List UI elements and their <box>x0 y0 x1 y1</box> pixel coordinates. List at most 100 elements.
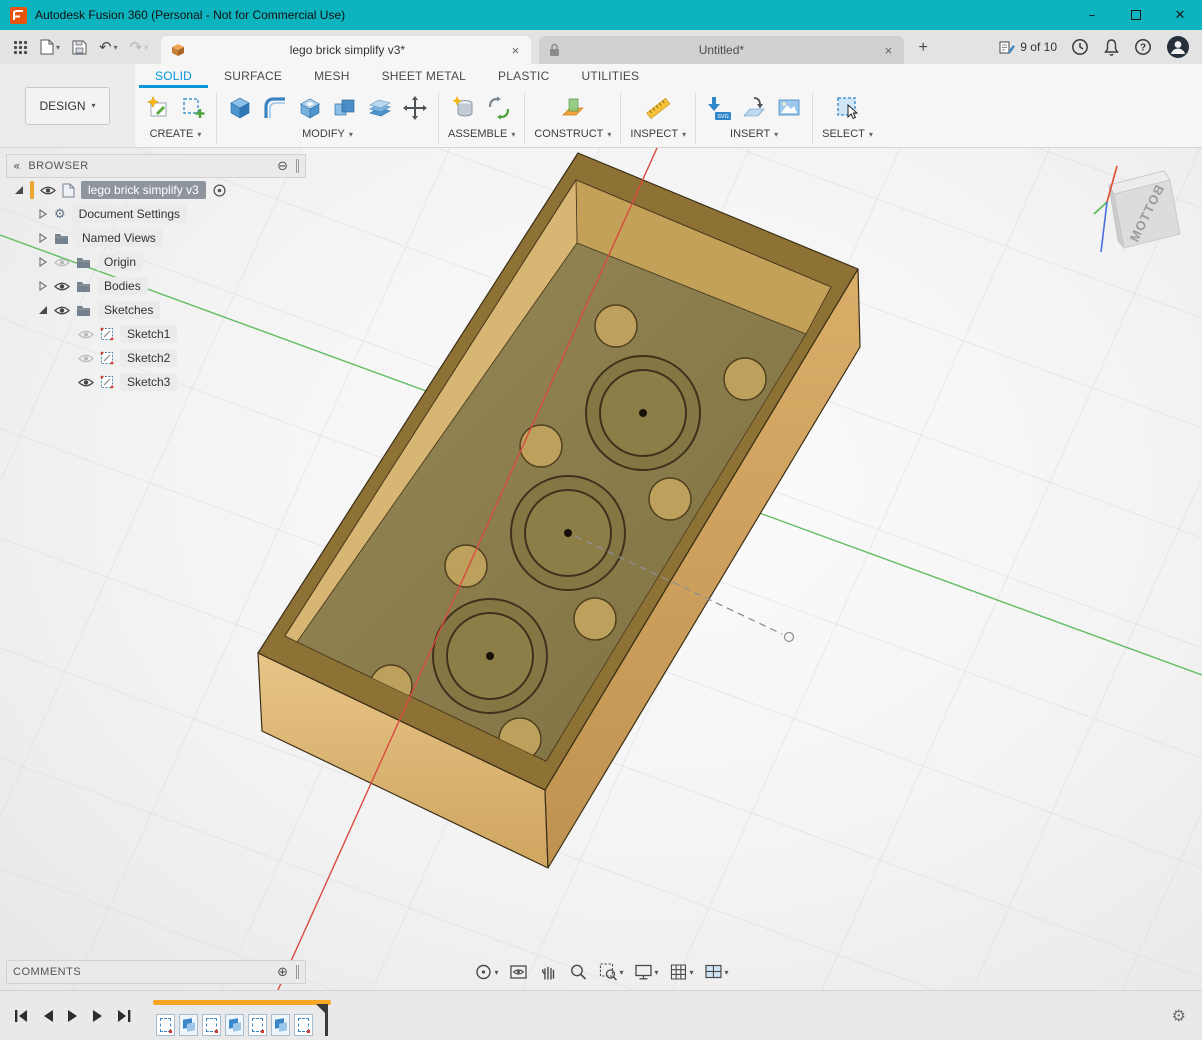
add-comment-icon[interactable]: ⊕ <box>277 965 288 980</box>
inspect-menu-button[interactable]: INSPECT▾ <box>630 128 686 140</box>
tab-sheet-metal[interactable]: SHEET METAL <box>366 64 482 88</box>
visibility-eye-icon[interactable] <box>54 281 70 292</box>
step-back-icon[interactable] <box>42 1009 54 1023</box>
notifications-bell-icon[interactable] <box>1103 38 1120 56</box>
zoom-icon[interactable] <box>566 962 590 982</box>
browser-item-label[interactable]: Named Views <box>75 229 163 247</box>
select-icon[interactable] <box>834 94 862 122</box>
panel-grip[interactable] <box>296 159 299 173</box>
job-status-clock-icon[interactable] <box>1071 38 1089 56</box>
browser-row-sketch2[interactable]: Sketch2 <box>6 346 306 370</box>
browser-row-sketch1[interactable]: Sketch1 <box>6 322 306 346</box>
display-settings-icon[interactable]: ▾ <box>631 962 660 982</box>
press-pull-icon[interactable] <box>226 94 254 122</box>
timeline-feature-extrude-icon[interactable] <box>271 1014 290 1036</box>
construct-menu-button[interactable]: CONSTRUCT▾ <box>534 128 611 140</box>
tab-solid[interactable]: SOLID <box>139 64 208 88</box>
offset-faces-icon[interactable] <box>366 94 394 122</box>
shell-icon[interactable] <box>296 94 324 122</box>
create-sketch-icon[interactable] <box>144 94 172 122</box>
help-icon[interactable]: ? <box>1134 38 1152 56</box>
timeline-feature-sketch-icon[interactable] <box>294 1014 313 1036</box>
user-avatar[interactable] <box>1166 35 1190 59</box>
display-bar-toggle-icon[interactable]: ⊖ <box>277 159 288 174</box>
select-menu-button[interactable]: SELECT▾ <box>822 128 873 140</box>
insert-svg-icon[interactable]: SVG <box>705 94 733 122</box>
expand-arrow-icon[interactable] <box>38 233 48 243</box>
visibility-eye-off-icon[interactable] <box>54 257 70 268</box>
browser-row-sketches[interactable]: Sketches <box>6 298 306 322</box>
visibility-eye-icon[interactable] <box>40 185 56 196</box>
file-menu-button[interactable]: ▾ <box>35 34 65 60</box>
expand-arrow-icon[interactable] <box>38 305 48 315</box>
browser-item-label[interactable]: Sketch2 <box>120 349 177 367</box>
browser-row-named-views[interactable]: Named Views <box>6 226 306 250</box>
timeline-feature-sketch-icon[interactable] <box>156 1014 175 1036</box>
expand-arrow-icon[interactable] <box>38 281 48 291</box>
create-sketch-plus-icon[interactable] <box>179 94 207 122</box>
new-component-icon[interactable] <box>450 94 478 122</box>
timeline-settings-gear-icon[interactable]: ⚙ <box>1172 1006 1186 1025</box>
browser-row-document-settings[interactable]: ⚙ Document Settings <box>6 202 306 226</box>
orbit-icon[interactable]: ▾ <box>471 962 500 982</box>
timeline-feature-extrude-icon[interactable] <box>225 1014 244 1036</box>
measure-icon[interactable] <box>644 94 672 122</box>
timeline-feature-sketch-icon[interactable] <box>248 1014 267 1036</box>
browser-item-label[interactable]: Bodies <box>97 277 148 295</box>
insert-canvas-icon[interactable] <box>775 94 803 122</box>
fillet-icon[interactable] <box>261 94 289 122</box>
browser-item-label[interactable]: Origin <box>97 253 143 271</box>
close-tab-icon[interactable]: × <box>883 43 895 58</box>
visibility-eye-icon[interactable] <box>78 377 94 388</box>
expand-arrow-icon[interactable] <box>38 257 48 267</box>
timeline-feature-sketch-icon[interactable] <box>202 1014 221 1036</box>
close-button[interactable]: ✕ <box>1158 0 1202 30</box>
collapse-panel-icon[interactable]: « <box>13 159 20 173</box>
zoom-window-icon[interactable]: ▾ <box>596 962 625 982</box>
joint-icon[interactable] <box>485 94 513 122</box>
play-icon[interactable] <box>67 1009 79 1023</box>
browser-row-origin[interactable]: Origin <box>6 250 306 274</box>
activate-component-radio-icon[interactable] <box>212 183 227 198</box>
browser-row-sketch3[interactable]: Sketch3 <box>6 370 306 394</box>
panel-grip[interactable] <box>296 965 299 979</box>
visibility-eye-icon[interactable] <box>54 305 70 316</box>
document-tab-active[interactable]: lego brick simplify v3* × <box>161 36 531 64</box>
comments-header[interactable]: COMMENTS ⊕ <box>6 960 306 984</box>
redo-button[interactable]: ↷▾ <box>125 34 154 60</box>
browser-row-bodies[interactable]: Bodies <box>6 274 306 298</box>
step-forward-icon[interactable] <box>92 1009 104 1023</box>
close-tab-icon[interactable]: × <box>510 43 522 58</box>
tab-surface[interactable]: SURFACE <box>208 64 298 88</box>
workspace-selector[interactable]: DESIGN▾ <box>25 87 109 125</box>
go-to-end-icon[interactable] <box>117 1009 132 1023</box>
minimize-button[interactable]: – <box>1070 0 1114 30</box>
timeline-playhead-marker[interactable] <box>316 1004 332 1036</box>
save-limit-status[interactable]: 9 of 10 <box>999 40 1057 55</box>
undo-button[interactable]: ↶▾ <box>94 34 123 60</box>
look-at-icon[interactable] <box>506 962 530 982</box>
browser-item-label[interactable]: Document Settings <box>72 205 187 223</box>
modify-menu-button[interactable]: MODIFY▾ <box>302 128 353 140</box>
lego-brick-model[interactable] <box>258 153 860 868</box>
construction-plane-icon[interactable] <box>559 94 587 122</box>
create-menu-button[interactable]: CREATE▾ <box>150 128 202 140</box>
visibility-eye-off-icon[interactable] <box>78 353 94 364</box>
tab-utilities[interactable]: UTILITIES <box>565 64 655 88</box>
combine-icon[interactable] <box>331 94 359 122</box>
tab-plastic[interactable]: PLASTIC <box>482 64 565 88</box>
pan-icon[interactable] <box>536 962 560 982</box>
insert-menu-button[interactable]: INSERT▾ <box>730 128 778 140</box>
visibility-eye-off-icon[interactable] <box>78 329 94 340</box>
browser-item-label[interactable]: Sketch1 <box>120 325 177 343</box>
insert-decal-icon[interactable] <box>740 94 768 122</box>
app-grid-icon[interactable] <box>8 34 33 60</box>
view-cube[interactable]: BOTTOM <box>1090 160 1188 258</box>
move-icon[interactable] <box>401 94 429 122</box>
grid-settings-icon[interactable]: ▾ <box>667 962 696 982</box>
assemble-menu-button[interactable]: ASSEMBLE▾ <box>448 128 515 140</box>
timeline-feature-extrude-icon[interactable] <box>179 1014 198 1036</box>
new-tab-button[interactable]: + <box>910 35 936 61</box>
browser-header[interactable]: « BROWSER ⊖ <box>6 154 306 178</box>
viewports-icon[interactable]: ▾ <box>702 962 731 982</box>
